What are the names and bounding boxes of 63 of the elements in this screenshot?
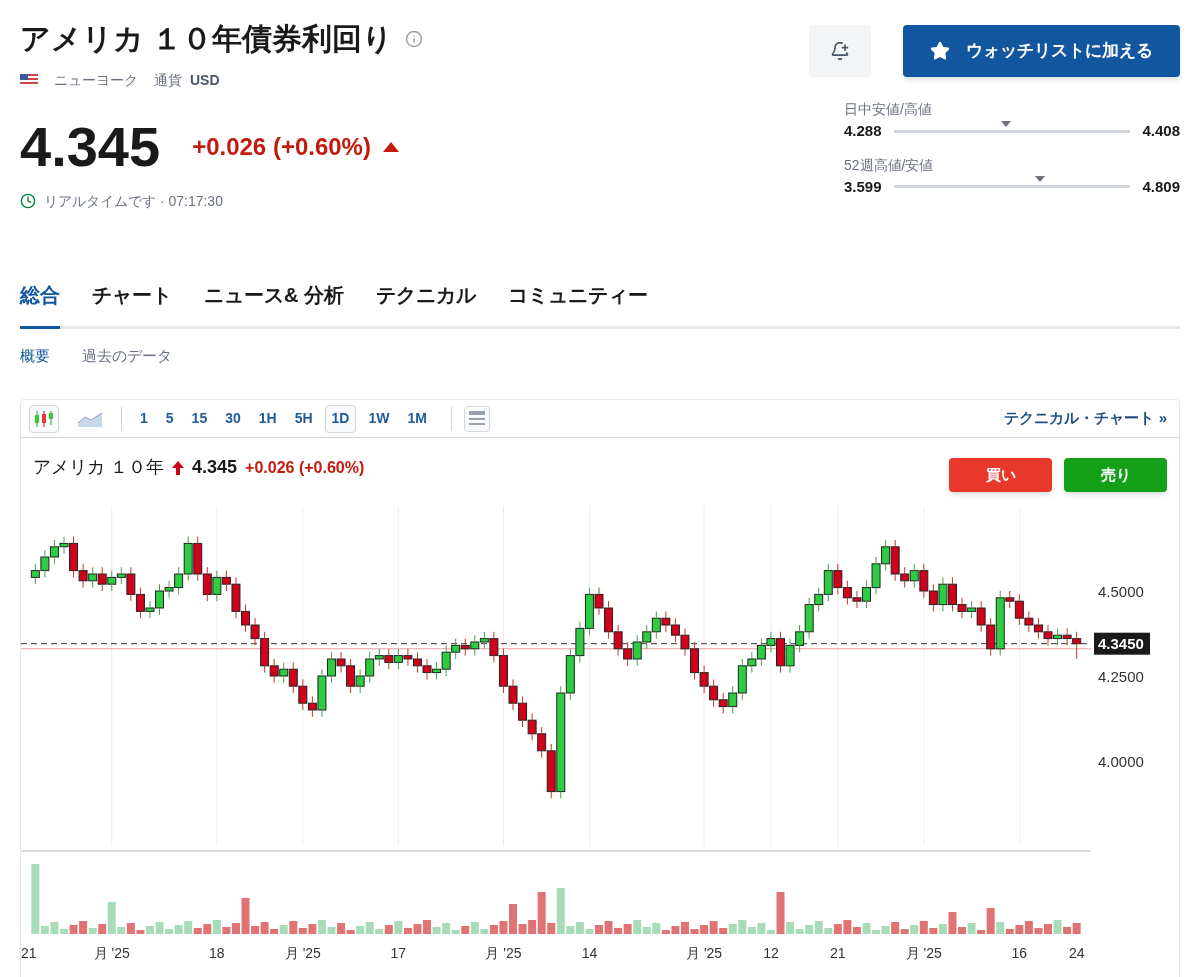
nav-tab[interactable]: テクニカル (376, 279, 476, 329)
nav-tab[interactable]: チャート (92, 279, 172, 329)
legend-change: +0.026 (+0.60%) (245, 457, 365, 478)
range-high: 4.809 (1142, 176, 1180, 197)
interval-button[interactable]: 1 (134, 404, 154, 433)
range-label: 日中安値/高値 (844, 100, 933, 119)
layout-icon[interactable] (463, 405, 490, 432)
x-axis-label: 21 (21, 945, 37, 961)
legend-price: 4.345 (192, 456, 238, 479)
interval-button[interactable]: 1W (362, 404, 396, 433)
x-axis-label: 月 '25 (93, 945, 130, 961)
flag-icon (20, 74, 38, 86)
x-axis-label: 12 (763, 945, 779, 961)
sub-tab[interactable]: 概要 (20, 344, 50, 367)
x-axis-label: 16 (1011, 945, 1028, 961)
nav-tab[interactable]: コミュニティー (508, 279, 648, 329)
sub-tab[interactable]: 過去のデータ (82, 344, 172, 367)
interval-button[interactable]: 1H (252, 404, 283, 433)
legend-name: アメリカ １０年 (33, 456, 164, 479)
realtime-status: リアルタイムです · 07:17:30 (44, 191, 223, 211)
exchange-label: ニューヨーク (54, 70, 138, 90)
range-low: 3.599 (844, 176, 882, 197)
technical-chart-link[interactable]: テクニカル・チャート » (1004, 407, 1167, 430)
range-low: 4.288 (844, 121, 882, 141)
star-icon (930, 41, 950, 61)
currency-value: USD (190, 70, 220, 90)
ref-line-label: 4.3450 (1098, 634, 1144, 652)
bell-plus-icon (830, 41, 850, 61)
x-axis-label: 18 (209, 945, 225, 961)
nav-tab[interactable]: 総合 (20, 279, 60, 329)
clock-icon (20, 193, 36, 209)
x-axis-label: 月 '25 (686, 945, 723, 961)
candlestick-chart-icon[interactable] (29, 404, 59, 433)
up-arrow-icon (172, 460, 184, 475)
interval-button[interactable]: 5H (288, 404, 319, 433)
x-axis-label: 21 (830, 945, 846, 961)
x-axis-label: 月 '25 (905, 945, 942, 961)
y-axis-label: 4.0000 (1098, 753, 1144, 770)
price-change: +0.026 (+0.60%) (192, 131, 371, 162)
page-title: アメリカ １０年債券利回り (20, 21, 394, 57)
y-axis-label: 4.5000 (1098, 583, 1144, 600)
interval-button[interactable]: 30 (219, 404, 247, 433)
nav-tab[interactable]: ニュース& 分析 (204, 279, 344, 329)
x-axis-label: 月 '25 (485, 945, 522, 961)
x-axis-label: 月 '25 (284, 945, 321, 961)
x-axis-label: 24 (1068, 945, 1085, 961)
alert-button[interactable] (809, 25, 871, 77)
interval-button[interactable]: 1M (401, 404, 433, 433)
interval-button[interactable]: 5 (159, 404, 180, 433)
range-label: 52週高値/安値 (844, 155, 935, 175)
price-value: 4.345 (20, 118, 161, 175)
watchlist-button[interactable]: ウォッチリストに加える (903, 25, 1180, 77)
price-tag: 4.3450 (1094, 632, 1150, 655)
range-high: 4.408 (1142, 121, 1180, 141)
x-axis-label: 14 (581, 945, 598, 961)
up-triangle-icon (382, 141, 399, 152)
interval-button[interactable]: 1D (324, 404, 357, 433)
interval-button[interactable]: 15 (185, 404, 214, 433)
buy-button[interactable]: 買い (949, 458, 1052, 492)
currency-label: 通貨 (154, 70, 182, 90)
info-icon[interactable] (405, 29, 424, 48)
x-axis-label: 17 (390, 945, 407, 961)
y-axis-label: 4.2500 (1098, 668, 1144, 685)
